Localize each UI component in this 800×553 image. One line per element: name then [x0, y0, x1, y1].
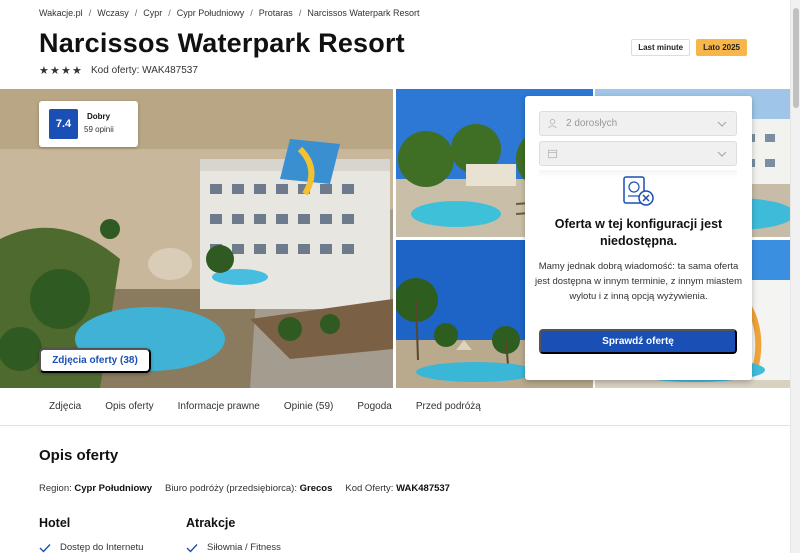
attraction-feature-item: Siłownia / Fitness [186, 542, 281, 553]
unavailable-title: Oferta w tej konfiguracji jest niedostęp… [554, 217, 723, 248]
hotel-feature-item: Dostęp do Internetu [39, 542, 143, 553]
tab-legal-info[interactable]: Informacje prawne [178, 401, 260, 412]
guests-value: 2 dorosłych [566, 118, 618, 129]
tab-photos[interactable]: Zdjęcia [49, 401, 81, 412]
meta-bureau: Biuro podróży (przedsiębiorca): Grecos [165, 483, 332, 494]
hotel-stars: ★ ★ ★ ★ [39, 64, 82, 77]
page-scrollbar[interactable] [790, 0, 800, 553]
check-icon [186, 543, 198, 553]
offer-photos-button[interactable]: Zdjęcia oferty (38) [39, 348, 151, 373]
star-icon: ★ [61, 64, 71, 77]
tag-season: Lato 2025 [696, 39, 747, 56]
meta-region-label: Region: [39, 483, 72, 494]
user-icon [546, 118, 558, 130]
tab-reviews[interactable]: Opinie (59) [284, 401, 333, 412]
meta-code-value: WAK487537 [396, 483, 450, 494]
star-icon: ★ [39, 64, 49, 77]
check-icon [39, 543, 51, 553]
offer-tags: Last minute Lato 2025 [631, 39, 747, 56]
rating-row: ★ ★ ★ ★ Kod oferty: WAK487537 [39, 65, 198, 76]
breadcrumb-item-current: Narcissos Waterpark Resort [307, 8, 420, 18]
hotel-section-title: Hotel [39, 516, 71, 530]
breadcrumb-separator: / [88, 8, 92, 18]
meta-region: Region: Cypr Południowy [39, 483, 152, 494]
review-count: 59 opinii [84, 125, 114, 134]
tab-description[interactable]: Opis oferty [105, 401, 153, 412]
passport-unavailable-icon [623, 176, 654, 206]
breadcrumb-separator: / [298, 8, 302, 18]
breadcrumb-item-country[interactable]: Cypr [143, 8, 162, 18]
attraction-feature-label: Siłownia / Fitness [207, 542, 281, 553]
breadcrumb-separator: / [250, 8, 253, 18]
section-tabs: Zdjęcia Opis oferty Informacje prawne Op… [0, 388, 790, 426]
breadcrumb-separator: / [134, 8, 138, 18]
tab-weather[interactable]: Pogoda [357, 401, 391, 412]
breadcrumb-item-home[interactable]: Wakacje.pl [39, 8, 83, 18]
offer-meta: Region: Cypr Południowy Biuro podróży (p… [39, 483, 463, 494]
attractions-section-title: Atrakcje [186, 516, 236, 530]
chevron-down-icon [717, 121, 727, 127]
review-score-label: Dobry [87, 112, 111, 121]
breadcrumb-item-region[interactable]: Cypr Południowy [177, 8, 245, 18]
description-title: Opis oferty [39, 447, 119, 464]
breadcrumb-item-wczasy[interactable]: Wczasy [97, 8, 129, 18]
breadcrumb: Wakacje.pl / Wczasy / Cypr / Cypr Południow… [39, 7, 420, 19]
page-title: Narcissos Waterpark Resort [39, 28, 405, 58]
scrollbar-thumb[interactable] [793, 8, 799, 108]
meta-bureau-value: Grecos [299, 483, 333, 494]
meta-code-label: Kod Oferty: [345, 483, 394, 494]
star-icon: ★ [50, 64, 60, 77]
offer-panel: 2 dorosłych Oferta w tej konfiguracji je… [525, 96, 752, 380]
tab-before-travel[interactable]: Przed podróżą [416, 401, 481, 412]
tag-last-minute: Last minute [631, 39, 691, 56]
review-score-card[interactable]: 7.4 Dobry 59 opinii [39, 101, 138, 147]
calendar-icon [546, 148, 558, 160]
star-icon: ★ [72, 64, 82, 77]
guests-select[interactable]: 2 dorosłych [539, 111, 737, 136]
review-score: 7.4 [49, 109, 78, 139]
date-select[interactable] [539, 141, 737, 166]
meta-region-value: Cypr Południowy [74, 483, 152, 494]
meta-code: Kod Oferty: WAK487537 [345, 483, 450, 494]
meta-bureau-label: Biuro podróży (przedsiębiorca): [164, 483, 297, 494]
chevron-down-icon [717, 151, 727, 157]
offer-code: Kod oferty: WAK487537 [91, 65, 198, 76]
hotel-feature-label: Dostęp do Internetu [60, 542, 144, 553]
check-offer-button[interactable]: Sprawdź ofertę [539, 329, 737, 354]
unavailable-text: Mamy jednak dobrą wiadomość: ta sama ofe… [535, 261, 742, 302]
breadcrumb-item-city[interactable]: Protaras [259, 8, 293, 18]
breadcrumb-separator: / [168, 8, 171, 18]
